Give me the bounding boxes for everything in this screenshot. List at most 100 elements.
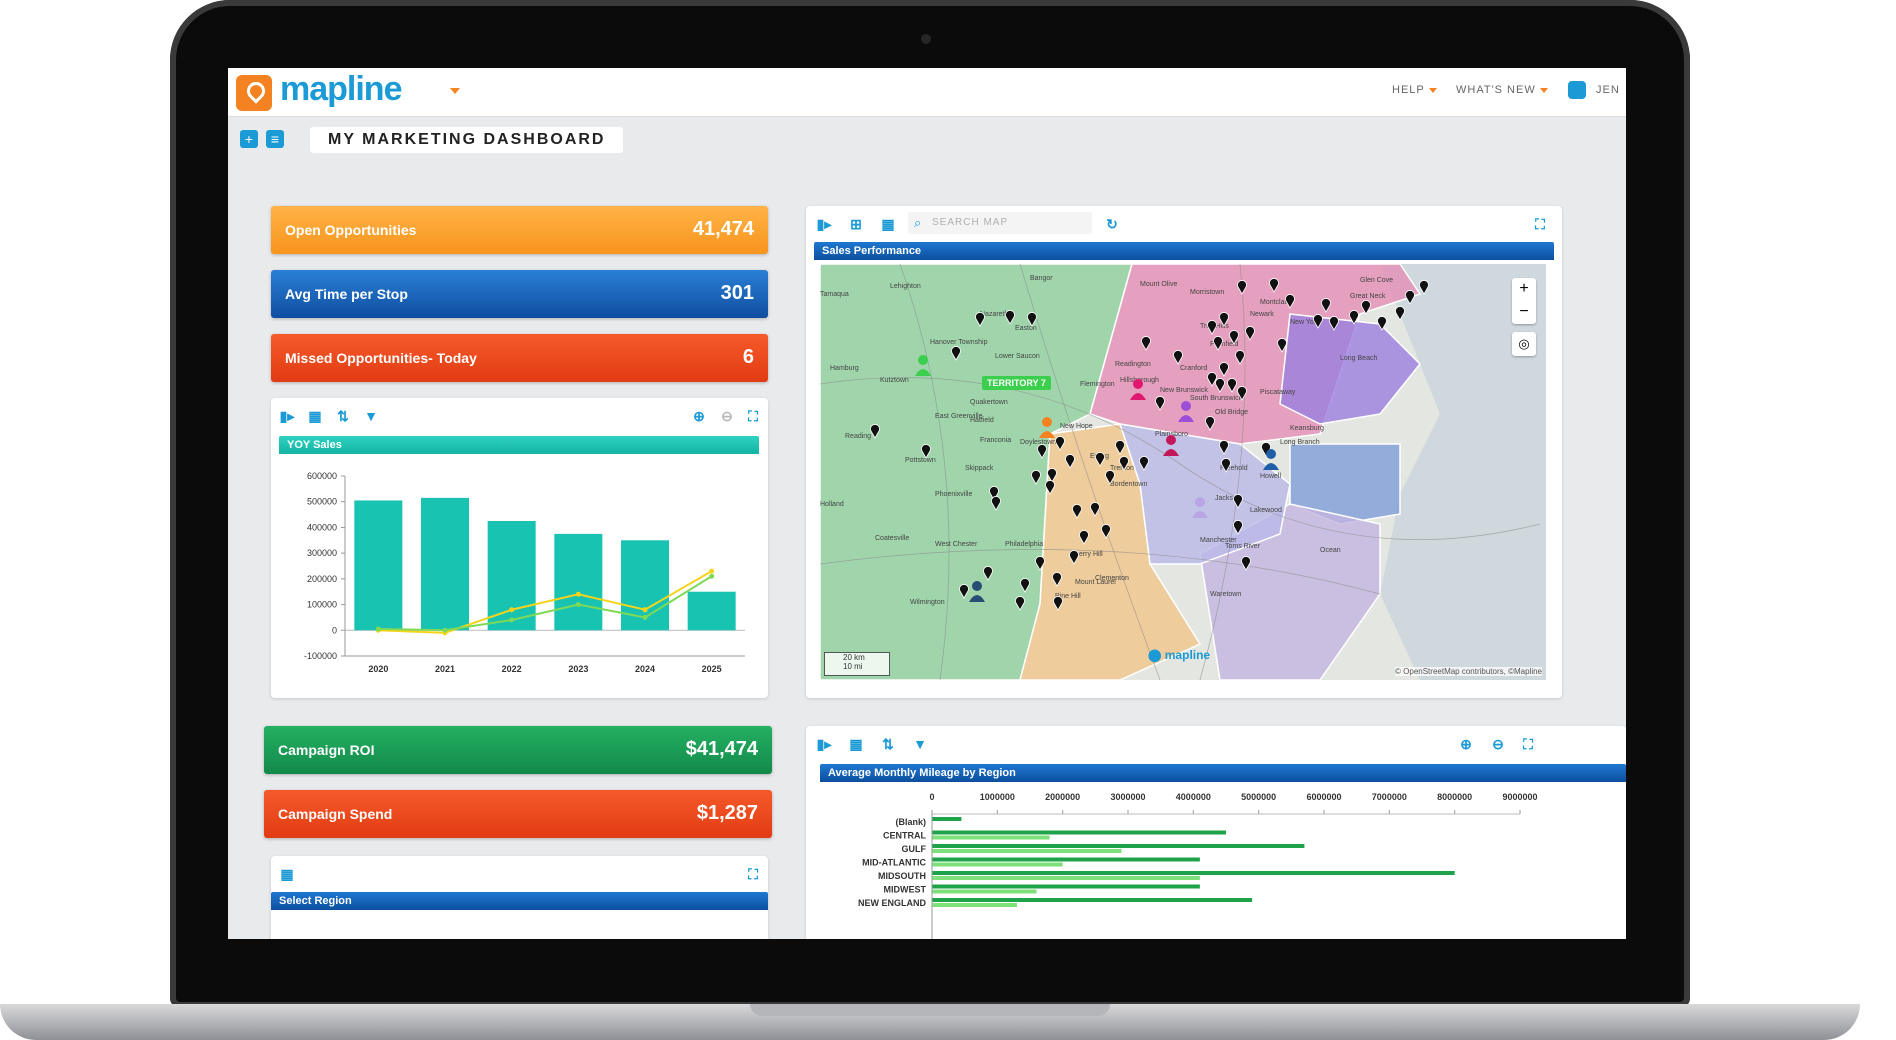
chevron-down-icon xyxy=(1428,87,1437,93)
metric-card-open-opportunities[interactable]: Open Opportunities 41,474 xyxy=(271,206,768,254)
y-tick-label: 100000 xyxy=(307,600,337,610)
whats-new-menu[interactable]: WHAT'S NEW xyxy=(1456,84,1548,96)
table-icon[interactable]: ▦ xyxy=(307,408,323,424)
place-label: Phoenixville xyxy=(935,491,972,498)
zoom-in-icon[interactable]: ⊕ xyxy=(1458,736,1474,752)
locate-icon[interactable]: ◎ xyxy=(1512,332,1536,356)
place-label: New Brunswick xyxy=(1160,387,1208,394)
logo-text[interactable]: mapline xyxy=(280,70,402,109)
fullscreen-icon[interactable]: ⛶ xyxy=(745,866,761,882)
zoom-out-icon[interactable]: ⊖ xyxy=(1490,736,1506,752)
territory-rep-icon xyxy=(1166,435,1176,445)
help-menu[interactable]: HELP xyxy=(1392,84,1437,96)
map-zoom-out-button[interactable]: − xyxy=(1512,301,1536,323)
webcam xyxy=(921,34,931,44)
user-name[interactable]: JEN xyxy=(1596,84,1620,96)
place-label: Quakertown xyxy=(970,399,1008,406)
fullscreen-icon[interactable]: ⛶ xyxy=(1520,736,1536,752)
x-tick-label: 2000000 xyxy=(1045,792,1080,802)
place-label: Montclair xyxy=(1260,299,1289,306)
map-watermark-logo: ⬤ mapline xyxy=(1148,648,1211,662)
table-icon[interactable]: ▦ xyxy=(880,216,896,232)
table-icon[interactable]: ▦ xyxy=(279,866,295,882)
x-tick-label: 2020 xyxy=(368,664,388,674)
place-label: Doylestown xyxy=(1020,439,1056,446)
zoom-out-icon[interactable]: ⊖ xyxy=(719,408,735,424)
add-icon[interactable]: ⊞ xyxy=(848,216,864,232)
territory-label[interactable]: TERRITORY 7 xyxy=(982,376,1051,390)
fullscreen-icon[interactable]: ⛶ xyxy=(1532,216,1548,232)
filter-icon[interactable]: ▼ xyxy=(363,408,379,424)
bar xyxy=(932,830,1226,835)
bar xyxy=(932,862,1063,867)
place-label: Tamaqua xyxy=(820,291,849,298)
mapline-logo-icon[interactable] xyxy=(236,75,272,111)
panel-title: Select Region xyxy=(271,892,768,910)
map-zoom-in-button[interactable]: + xyxy=(1512,278,1536,300)
panel-toggle-icon[interactable]: ▮▸ xyxy=(279,408,295,424)
place-label: Piscataway xyxy=(1260,389,1296,396)
scale-mi: 10 mi xyxy=(843,662,863,671)
dashboard-title[interactable]: MY MARKETING DASHBOARD xyxy=(310,127,624,153)
table-icon[interactable]: ≡ xyxy=(266,130,284,148)
bar xyxy=(687,591,736,631)
metric-value: $1,287 xyxy=(696,802,758,824)
line-point xyxy=(709,568,715,574)
metric-card-campaign-spend[interactable]: Campaign Spend $1,287 xyxy=(264,790,772,838)
bar xyxy=(932,898,1253,902)
place-label: Wilmington xyxy=(910,599,945,606)
bar xyxy=(932,857,1200,862)
line-point xyxy=(442,627,448,633)
panel-toggle-icon[interactable]: ▮▸ xyxy=(816,736,832,752)
metric-value: 41,474 xyxy=(692,218,754,240)
map-layer[interactable]: BangorMount OliveLehightonNazarethEaston… xyxy=(820,264,1546,680)
panel-toggle-icon[interactable]: ▮▸ xyxy=(816,216,832,232)
bar xyxy=(554,533,603,631)
territory-rep-icon xyxy=(1133,379,1143,389)
place-label: Mount Olive xyxy=(1140,281,1177,288)
refresh-icon[interactable]: ↻ xyxy=(1104,216,1120,232)
add-icon[interactable]: + xyxy=(240,130,258,148)
place-label: Toms River xyxy=(1225,543,1261,550)
y-tick-label: 500000 xyxy=(307,497,337,507)
place-label: Coatesville xyxy=(875,535,909,542)
bar xyxy=(932,889,1037,894)
table-icon[interactable]: ▦ xyxy=(848,736,864,752)
category-label: NEW ENGLAND xyxy=(858,898,926,908)
place-label: West Chester xyxy=(935,541,978,548)
sort-icon[interactable]: ⇅ xyxy=(880,736,896,752)
metric-value: 301 xyxy=(720,282,754,304)
metric-card-missed-opportunities[interactable]: Missed Opportunities- Today 6 xyxy=(271,334,768,382)
place-label: Hamburg xyxy=(830,365,859,372)
app-header: mapline HELP WHAT'S NEW JEN xyxy=(228,68,1626,117)
map-search[interactable]: ⌕ SEARCH MAP xyxy=(908,212,1092,234)
y-tick-label: 200000 xyxy=(307,574,337,584)
place-label: Hanover Township xyxy=(930,339,988,346)
map-canvas[interactable]: Bangor Mount Olive Lehighton Nazareth Easton… xyxy=(820,264,1546,680)
place-label: Franconia xyxy=(980,437,1011,444)
metric-card-avg-time-per-stop[interactable]: Avg Time per Stop 301 xyxy=(271,270,768,318)
mileage-chart: 0 1000000 2000000 3000000 4000000 5000000 6000… xyxy=(858,792,1538,939)
zoom-controls: + − xyxy=(1512,278,1536,324)
place-label: Ocean xyxy=(1320,547,1341,554)
user-icon[interactable] xyxy=(1568,81,1586,99)
search-icon: ⌕ xyxy=(914,215,922,230)
sort-icon[interactable]: ⇅ xyxy=(335,408,351,424)
y-tick-label: 300000 xyxy=(307,548,337,558)
yoy-sales-chart: -100000 0 100000 200000 300000 400000 500000 60… xyxy=(304,471,745,674)
app-screen: mapline HELP WHAT'S NEW JEN + ≡ MY MARKE… xyxy=(228,68,1626,939)
metric-label: Missed Opportunities- Today xyxy=(285,350,477,366)
x-tick-label: 5000000 xyxy=(1241,792,1276,802)
place-label: Long Beach xyxy=(1340,355,1377,362)
map-panel: ▮▸ ⊞ ▦ ⌕ SEARCH MAP ↻ ⛶ Sales Performanc… xyxy=(806,206,1562,698)
panel-title: Average Monthly Mileage by Region xyxy=(820,764,1626,782)
place-label: Hatfield xyxy=(970,417,994,424)
fullscreen-icon[interactable]: ⛶ xyxy=(745,408,761,424)
category-label: GULF xyxy=(902,844,927,854)
place-label: Great Neck xyxy=(1350,293,1386,300)
zoom-in-icon[interactable]: ⊕ xyxy=(691,408,707,424)
logo-menu-caret-icon[interactable] xyxy=(450,88,460,94)
panel-title: YOY Sales xyxy=(279,436,759,454)
metric-card-campaign-roi[interactable]: Campaign ROI $41,474 xyxy=(264,726,772,774)
filter-icon[interactable]: ▼ xyxy=(912,736,928,752)
